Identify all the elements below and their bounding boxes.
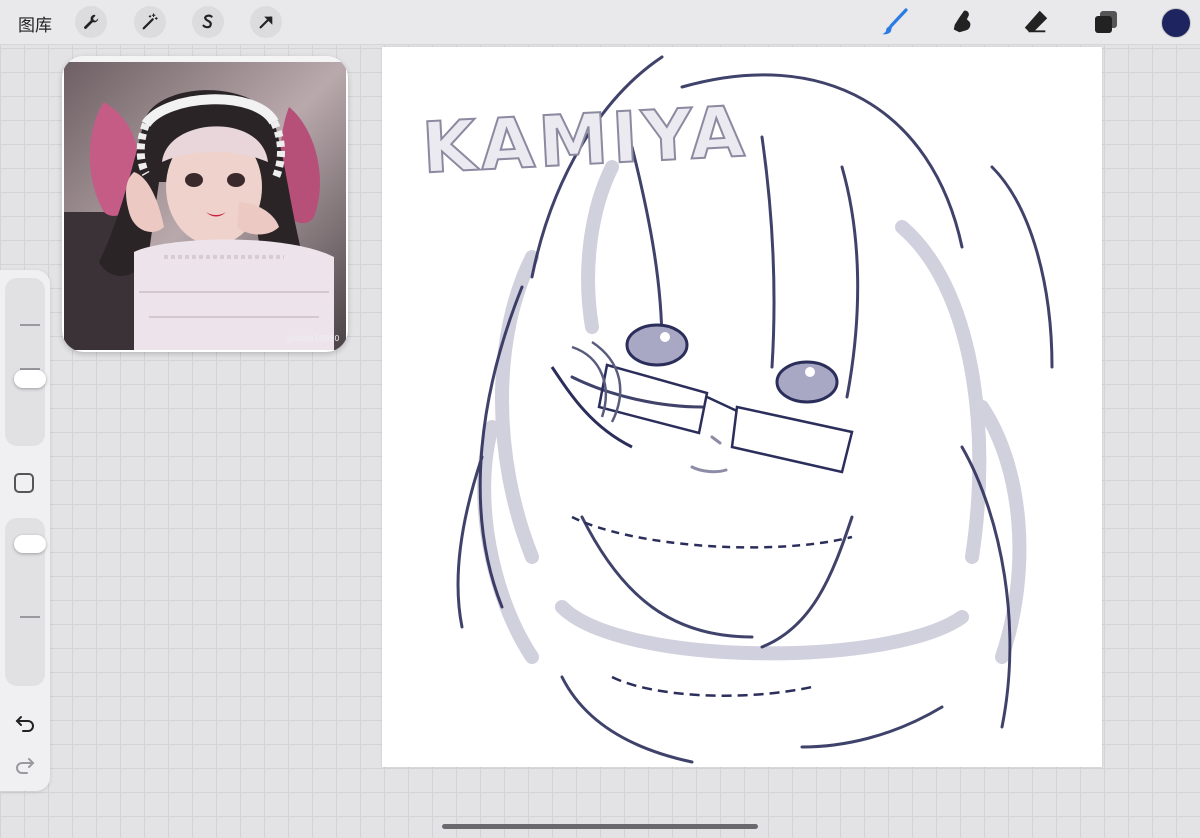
- home-indicator: [442, 824, 758, 829]
- selection-s-icon[interactable]: [192, 6, 224, 38]
- reference-photo: [64, 62, 346, 350]
- wrench-icon[interactable]: [75, 6, 107, 38]
- smudge-icon[interactable]: [949, 6, 981, 38]
- brush-icon[interactable]: [878, 6, 910, 38]
- left-sidebar: [0, 270, 50, 791]
- undo-icon[interactable]: [12, 710, 38, 736]
- brush-size-slider[interactable]: [5, 278, 46, 446]
- top-toolbar: 图库: [0, 0, 1200, 45]
- color-picker-swatch[interactable]: [1161, 8, 1191, 38]
- magic-wand-icon[interactable]: [134, 6, 166, 38]
- canvas-handwritten-title: KAMIYA: [419, 90, 751, 191]
- slider-tick: [20, 324, 40, 326]
- brush-size-thumb[interactable]: [14, 369, 46, 388]
- redo-icon[interactable]: [12, 752, 38, 778]
- eraser-icon[interactable]: [1020, 6, 1052, 38]
- brush-opacity-slider[interactable]: [5, 518, 46, 686]
- modify-button[interactable]: [14, 473, 34, 493]
- slider-tick: [20, 616, 40, 618]
- reference-watermark: @dada16080: [286, 334, 340, 343]
- brush-opacity-thumb[interactable]: [14, 535, 46, 554]
- drawing-canvas[interactable]: KAMIYA: [382, 47, 1102, 767]
- transform-arrow-icon[interactable]: [250, 6, 282, 38]
- layers-icon[interactable]: [1090, 6, 1122, 38]
- gallery-button[interactable]: 图库: [18, 11, 52, 36]
- reference-window[interactable]: @dada16080: [62, 56, 348, 352]
